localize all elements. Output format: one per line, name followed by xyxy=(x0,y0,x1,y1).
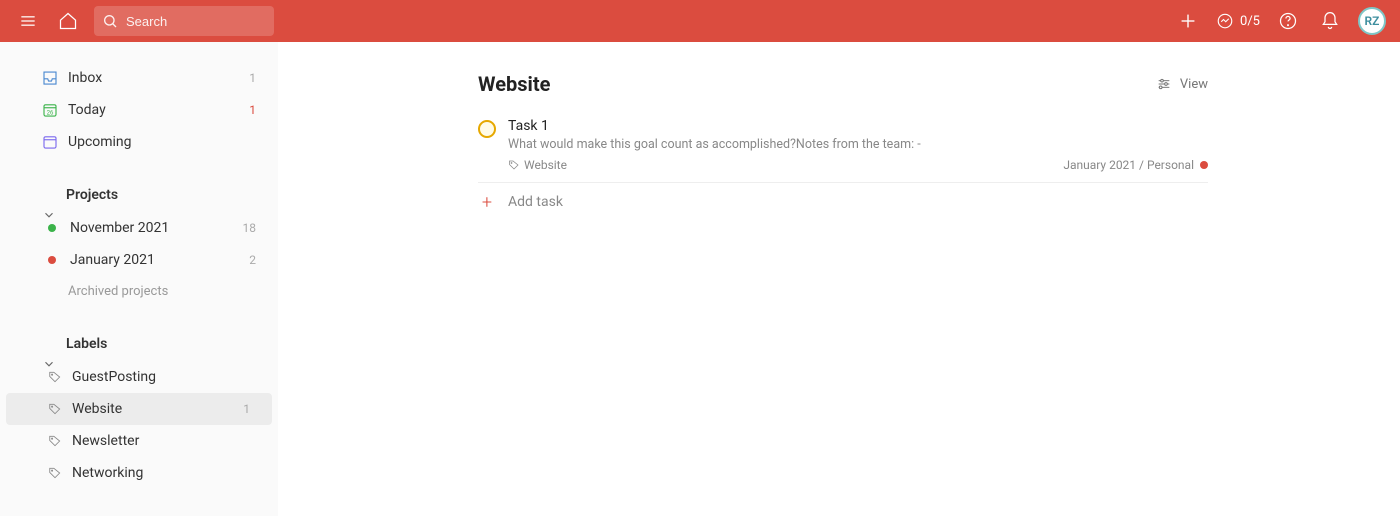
label-item[interactable]: Newsletter xyxy=(6,425,272,457)
task-label-text: Website xyxy=(524,158,567,172)
page-title: Website xyxy=(478,72,550,96)
search-input[interactable] xyxy=(126,14,266,29)
view-button[interactable]: View xyxy=(1156,76,1208,92)
quick-add-icon[interactable] xyxy=(1174,7,1202,35)
layout: Inbox 1 26 Today 1 Upcoming Projects xyxy=(0,42,1400,516)
project-count: 2 xyxy=(249,253,260,267)
add-task-button[interactable]: + Add task xyxy=(478,183,1208,221)
plus-icon: + xyxy=(478,193,496,211)
sidebar-item-inbox[interactable]: Inbox 1 xyxy=(0,62,278,94)
project-label: November 2021 xyxy=(70,220,169,236)
header-left xyxy=(14,6,274,36)
task-project-text: January 2021 / Personal xyxy=(1063,158,1194,172)
task-meta: Website January 2021 / Personal xyxy=(508,158,1208,172)
project-color-dot xyxy=(1200,161,1208,169)
label-text: Networking xyxy=(72,465,143,481)
add-task-label: Add task xyxy=(508,194,563,210)
tag-icon xyxy=(508,159,520,171)
sidebar-item-count: 1 xyxy=(249,71,260,85)
sidebar-item-label: Upcoming xyxy=(68,134,132,150)
label-count: 1 xyxy=(243,402,254,416)
today-icon: 26 xyxy=(40,101,60,119)
home-icon[interactable] xyxy=(54,7,82,35)
search-icon xyxy=(102,13,118,29)
search-box[interactable] xyxy=(94,6,274,36)
tag-icon xyxy=(48,370,62,384)
menu-icon[interactable] xyxy=(14,7,42,35)
tag-icon xyxy=(48,402,62,416)
sidebar-item-label: Today xyxy=(68,102,106,118)
project-item[interactable]: January 2021 2 xyxy=(0,244,278,276)
labels-header[interactable]: Labels xyxy=(0,327,278,361)
sidebar: Inbox 1 26 Today 1 Upcoming Projects xyxy=(0,42,278,516)
app-header: 0/5 RZ xyxy=(0,0,1400,42)
projects-header-label: Projects xyxy=(66,187,118,203)
upcoming-icon xyxy=(40,133,60,151)
project-color-dot xyxy=(48,256,56,264)
productivity-count: 0/5 xyxy=(1240,14,1260,29)
task-checkbox[interactable] xyxy=(478,120,496,138)
project-label: January 2021 xyxy=(70,252,155,268)
projects-header[interactable]: Projects xyxy=(0,178,278,212)
task-row[interactable]: Task 1 What would make this goal count a… xyxy=(478,114,1208,183)
chevron-down-icon[interactable] xyxy=(42,357,56,371)
task-label[interactable]: Website xyxy=(508,158,567,172)
label-text: GuestPosting xyxy=(72,369,156,385)
label-item[interactable]: Networking xyxy=(6,457,272,489)
svg-text:26: 26 xyxy=(47,110,54,117)
title-row: Website View xyxy=(478,72,1208,96)
task-description: What would make this goal count as accom… xyxy=(508,137,1208,152)
task-body: Task 1 What would make this goal count a… xyxy=(508,118,1208,172)
sidebar-item-today[interactable]: 26 Today 1 xyxy=(0,94,278,126)
project-item[interactable]: November 2021 18 xyxy=(0,212,278,244)
task-title: Task 1 xyxy=(508,118,1208,134)
labels-header-label: Labels xyxy=(66,336,107,352)
tag-icon xyxy=(48,466,62,480)
label-text: Website xyxy=(72,401,122,417)
notifications-icon[interactable] xyxy=(1316,7,1344,35)
header-right: 0/5 RZ xyxy=(1174,7,1386,35)
label-text: Newsletter xyxy=(72,433,139,449)
sidebar-item-upcoming[interactable]: Upcoming xyxy=(0,126,278,158)
main-content: Website View Task 1 What would make this… xyxy=(278,42,1400,516)
label-item[interactable]: Website 1 xyxy=(6,393,272,425)
project-count: 18 xyxy=(243,221,261,235)
productivity-button[interactable]: 0/5 xyxy=(1216,12,1260,30)
sidebar-item-count: 1 xyxy=(249,103,260,117)
project-color-dot xyxy=(48,224,56,232)
sliders-icon xyxy=(1156,76,1172,92)
sidebar-item-label: Inbox xyxy=(68,70,102,86)
inbox-icon xyxy=(40,69,60,87)
archived-projects[interactable]: Archived projects xyxy=(0,276,278,307)
productivity-icon xyxy=(1216,12,1234,30)
help-icon[interactable] xyxy=(1274,7,1302,35)
view-label: View xyxy=(1180,77,1208,92)
task-project[interactable]: January 2021 / Personal xyxy=(1063,158,1208,172)
tag-icon xyxy=(48,434,62,448)
avatar[interactable]: RZ xyxy=(1358,7,1386,35)
